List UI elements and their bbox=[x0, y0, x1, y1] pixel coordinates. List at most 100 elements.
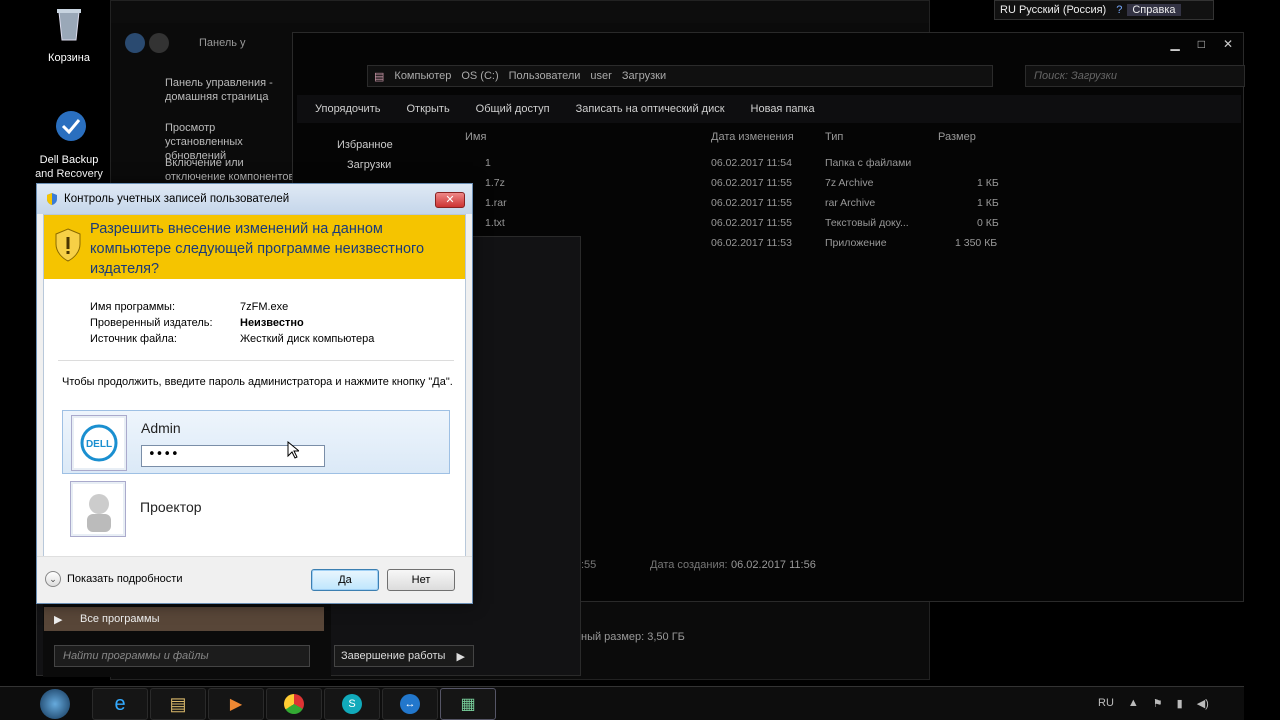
recycle-bin-shortcut[interactable]: Корзина bbox=[29, 4, 109, 65]
skype-icon: S bbox=[342, 694, 362, 714]
file-type: Текстовый доку... bbox=[825, 217, 909, 229]
control-panel-address[interactable]: Панель у bbox=[199, 37, 246, 49]
column-size[interactable]: Размер bbox=[938, 131, 976, 143]
uac-dialog: Контроль учетных записей пользователей ✕… bbox=[36, 183, 473, 604]
taskbar-ie[interactable]: e bbox=[92, 688, 148, 720]
details-created-value: 06.02.2017 11:56 bbox=[731, 559, 816, 571]
program-name-label: Имя программы: bbox=[90, 301, 176, 313]
recycle-bin-label: Корзина bbox=[48, 52, 90, 64]
tray-language[interactable]: RU bbox=[1098, 697, 1114, 710]
folder-icon: ▤ bbox=[374, 70, 385, 83]
dell-logo-text: DELL bbox=[86, 439, 112, 450]
window-controls: ▁ □ ✕ bbox=[1133, 33, 1243, 55]
file-date: 06.02.2017 11:55 bbox=[711, 217, 792, 229]
volume-icon[interactable]: ◀) bbox=[1197, 697, 1209, 710]
teamviewer-icon: ↔ bbox=[400, 694, 420, 714]
all-programs-button[interactable]: ▶ Все программы bbox=[44, 607, 324, 631]
network-icon[interactable]: ▮ bbox=[1177, 697, 1183, 710]
breadcrumb-item[interactable]: Загрузки bbox=[622, 70, 666, 82]
flag-icon[interactable]: ⚑ bbox=[1153, 697, 1163, 710]
user-tile-projector[interactable]: Проектор bbox=[140, 499, 202, 515]
close-icon[interactable]: ✕ bbox=[435, 192, 465, 208]
language-bar: RU Русский (Россия) ? Справка bbox=[994, 0, 1214, 20]
password-prompt: Чтобы продолжить, введите пароль админис… bbox=[62, 376, 453, 388]
forward-icon[interactable] bbox=[149, 33, 169, 53]
file-row[interactable]: 1.7z 06.02.2017 11:55 7z Archive 1 КБ bbox=[463, 174, 1183, 194]
new-folder-button[interactable]: Новая папка bbox=[751, 103, 815, 115]
file-source-value: Жесткий диск компьютера bbox=[240, 333, 375, 345]
file-row[interactable]: 1 06.02.2017 11:54 Папка с файлами bbox=[463, 154, 1183, 174]
file-row[interactable]: 1.txt 06.02.2017 11:55 Текстовый доку...… bbox=[463, 214, 1183, 234]
organize-button[interactable]: Упорядочить bbox=[315, 103, 380, 115]
uac-banner: Разрешить внесение изменений на данном к… bbox=[44, 215, 465, 279]
start-search-input[interactable]: Найти программы и файлы bbox=[54, 645, 310, 667]
burn-button[interactable]: Записать на оптический диск bbox=[576, 103, 725, 115]
taskbar-skype[interactable]: S bbox=[324, 688, 380, 720]
media-player-icon: ▶ bbox=[229, 696, 243, 713]
uac-body: Разрешить внесение изменений на данном к… bbox=[43, 214, 466, 599]
breadcrumb-item[interactable]: Пользователи bbox=[509, 70, 581, 82]
file-type: Приложение bbox=[825, 237, 887, 249]
uac-shield-icon bbox=[47, 193, 57, 205]
taskbar-media[interactable]: ▶ bbox=[208, 688, 264, 720]
dell-backup-icon bbox=[56, 111, 86, 141]
file-size: 0 КБ bbox=[977, 217, 999, 229]
yes-button[interactable]: Да bbox=[311, 569, 379, 591]
chevron-down-icon: ⌄ bbox=[45, 571, 61, 587]
address-bar[interactable]: ▤ Компьютер OS (C:) Пользователи user За… bbox=[367, 65, 993, 87]
breadcrumb-item[interactable]: Компьютер bbox=[394, 70, 451, 82]
file-name: 1.txt bbox=[485, 217, 505, 229]
open-button[interactable]: Открыть bbox=[406, 103, 449, 115]
avatar[interactable] bbox=[70, 481, 126, 537]
control-panel-titlebar bbox=[111, 1, 929, 23]
shutdown-options-icon[interactable]: ▶ bbox=[457, 650, 465, 663]
column-name[interactable]: Имя bbox=[465, 131, 486, 143]
nav-downloads[interactable]: Загрузки bbox=[347, 159, 391, 171]
chrome-icon bbox=[284, 694, 304, 714]
file-type: rar Archive bbox=[825, 197, 876, 209]
taskbar-teamviewer[interactable]: ↔ bbox=[382, 688, 438, 720]
uac-footer: ⌄ Показать подробности Да Нет bbox=[37, 556, 472, 603]
explorer-toolbar: Упорядочить Открыть Общий доступ Записат… bbox=[297, 95, 1241, 123]
taskbar-control-panel[interactable]: ▦ bbox=[440, 688, 496, 720]
nav-favorites[interactable]: Избранное bbox=[337, 139, 393, 151]
breadcrumb-item[interactable]: OS (C:) bbox=[461, 70, 498, 82]
dell-backup-shortcut[interactable]: Dell Backup and Recovery bbox=[29, 106, 109, 181]
publisher-value: Неизвестно bbox=[240, 317, 304, 329]
no-button[interactable]: Нет bbox=[387, 569, 455, 591]
user-name: Admin bbox=[141, 420, 181, 436]
user-tile-admin[interactable]: DELL Admin •••• bbox=[62, 410, 450, 474]
column-date[interactable]: Дата изменения bbox=[711, 131, 794, 143]
start-button[interactable] bbox=[40, 689, 70, 719]
file-type: 7z Archive bbox=[825, 177, 874, 189]
taskbar-chrome[interactable] bbox=[266, 688, 322, 720]
control-panel-icon: ▦ bbox=[460, 696, 476, 713]
explorer-search-input[interactable]: Поиск: Загрузки bbox=[1025, 65, 1245, 87]
file-date: 06.02.2017 11:55 bbox=[711, 197, 792, 209]
details-size: ный размер: 3,50 ГБ bbox=[581, 631, 685, 643]
minimize-icon[interactable]: ▁ bbox=[1170, 37, 1179, 51]
share-button[interactable]: Общий доступ bbox=[476, 103, 550, 115]
file-name: 1.rar bbox=[485, 197, 507, 209]
file-size: 1 КБ bbox=[977, 177, 999, 189]
shutdown-button[interactable]: Завершение работы ▶ bbox=[334, 645, 474, 667]
shutdown-label: Завершение работы bbox=[341, 650, 446, 662]
breadcrumb-item[interactable]: user bbox=[590, 70, 611, 82]
taskbar: e ▤ ▶ S ↔ ▦ RU ▲ ⚑ ▮ ◀) bbox=[0, 686, 1244, 720]
maximize-icon[interactable]: □ bbox=[1198, 37, 1205, 51]
user-avatar-icon bbox=[87, 494, 111, 532]
close-icon[interactable]: ✕ bbox=[1223, 37, 1233, 51]
column-type[interactable]: Тип bbox=[825, 131, 843, 143]
file-type: Папка с файлами bbox=[825, 157, 912, 169]
help-button[interactable]: Справка bbox=[1127, 4, 1181, 16]
cp-home-link[interactable]: Панель управления - домашняя страница bbox=[165, 76, 295, 104]
file-name: 1.7z bbox=[485, 177, 505, 189]
taskbar-explorer[interactable]: ▤ bbox=[150, 688, 206, 720]
tray-expand-icon[interactable]: ▲ bbox=[1128, 697, 1139, 710]
file-row[interactable]: 1.rar 06.02.2017 11:55 rar Archive 1 КБ bbox=[463, 194, 1183, 214]
back-icon[interactable] bbox=[125, 33, 145, 53]
language-indicator[interactable]: RU Русский (Россия) bbox=[995, 4, 1111, 16]
show-details-button[interactable]: ⌄ Показать подробности bbox=[45, 571, 182, 587]
mouse-cursor-icon bbox=[287, 441, 299, 459]
uac-titlebar: Контроль учетных записей пользователей ✕ bbox=[37, 184, 472, 214]
